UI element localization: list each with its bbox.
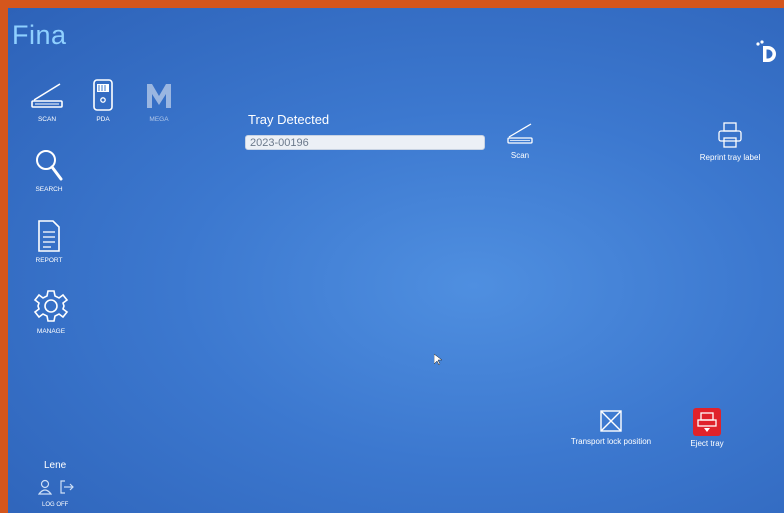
mega-m-icon — [147, 84, 171, 108]
eject-tray-label: Eject tray — [690, 439, 724, 448]
magnifier-icon — [36, 150, 63, 181]
logoff-label[interactable]: LOG OFF — [42, 502, 68, 508]
gear-icon — [33, 290, 69, 322]
transport-lock-button[interactable]: Transport lock position — [566, 408, 656, 446]
eject-tray-button[interactable]: Eject tray — [682, 408, 732, 448]
sidebar-item-scan[interactable]: SCAN — [17, 78, 77, 123]
sidebar-label-scan: SCAN — [37, 116, 57, 123]
eject-tray-icon — [693, 408, 721, 436]
sidebar-item-pda[interactable]: PDA — [73, 78, 133, 123]
app-screen: Fina SCAN PDA MEGA SEARCH REPORT MANAGE … — [8, 8, 784, 513]
sidebar-label-mega: MEGA — [149, 116, 169, 123]
sidebar-item-report[interactable]: REPORT — [19, 219, 79, 264]
sidebar-label-pda: PDA — [96, 116, 110, 123]
transport-lock-label: Transport lock position — [570, 437, 652, 446]
scanner-icon — [507, 123, 533, 144]
tray-id-field[interactable]: 2023-00196 — [245, 135, 485, 150]
sidebar-label-manage: MANAGE — [36, 328, 66, 335]
pda-device-icon — [93, 79, 113, 111]
sidebar-item-mega[interactable]: MEGA — [129, 80, 189, 123]
sidebar-item-manage[interactable]: MANAGE — [21, 288, 81, 335]
username-label: Lene — [44, 460, 67, 471]
printer-icon — [718, 122, 742, 148]
reprint-label: Reprint tray label — [699, 153, 761, 162]
mouse-cursor-icon — [434, 354, 442, 366]
scan-label: Scan — [510, 151, 530, 160]
scan-button[interactable]: Scan — [502, 118, 538, 160]
scanner-icon — [31, 83, 63, 108]
logout-icon[interactable] — [59, 479, 75, 495]
reprint-tray-label-button[interactable]: Reprint tray label — [682, 120, 778, 162]
transport-lock-icon — [600, 410, 622, 432]
user-icon — [38, 479, 52, 495]
document-icon — [38, 220, 60, 252]
corner-brand-icon — [756, 40, 776, 62]
sidebar-label-search: SEARCH — [35, 186, 63, 193]
sidebar-label-report: REPORT — [35, 257, 63, 264]
sidebar-item-search[interactable]: SEARCH — [19, 148, 79, 193]
app-logo: Fina — [12, 20, 67, 50]
tray-detected-title: Tray Detected — [248, 112, 330, 127]
